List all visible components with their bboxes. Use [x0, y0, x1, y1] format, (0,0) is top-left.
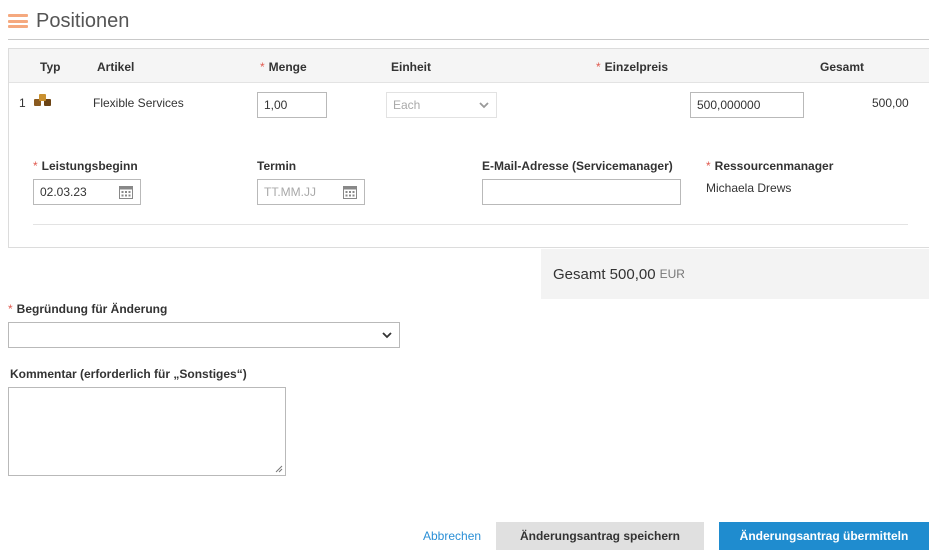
- total-currency: EUR: [659, 267, 685, 281]
- unit-price-input[interactable]: 500,000000: [690, 92, 804, 118]
- label-leistungsbeginn: * Leistungsbeginn: [33, 159, 138, 173]
- column-header-gesamt: Gesamt: [820, 60, 865, 74]
- quantity-input[interactable]: 1,00: [257, 92, 327, 118]
- details-divider: [33, 224, 908, 225]
- column-header-artikel: Artikel: [97, 60, 135, 74]
- chevron-down-icon: [382, 332, 392, 339]
- service-start-date-input[interactable]: 02.03.23: [33, 179, 141, 205]
- section-title: Positionen: [36, 9, 130, 32]
- submit-change-request-button[interactable]: Änderungsantrag übermitteln: [719, 522, 929, 550]
- calendar-icon[interactable]: [118, 184, 134, 200]
- row-number: 1: [19, 96, 26, 110]
- label-ressourcenmanager: * Ressourcenmanager: [706, 159, 834, 173]
- calendar-icon[interactable]: [342, 184, 358, 200]
- section-header: Positionen: [8, 6, 129, 36]
- column-header-einheit: Einheit: [391, 60, 432, 74]
- reason-select[interactable]: [8, 322, 400, 348]
- item-name: Flexible Services: [93, 96, 184, 110]
- label-termin: Termin: [257, 159, 297, 173]
- resize-grip-icon[interactable]: [275, 465, 283, 473]
- label-reason: * Begründung für Änderung: [8, 302, 168, 316]
- save-change-request-button[interactable]: Änderungsantrag speichern: [496, 522, 704, 550]
- table-header-row: [9, 49, 929, 83]
- row-total: 500,00: [872, 96, 909, 110]
- label-comment: Kommentar (erforderlich für „Sonstiges“): [10, 367, 247, 381]
- email-field[interactable]: [482, 179, 681, 205]
- unit-select[interactable]: Each: [386, 92, 497, 118]
- resource-manager-value: Michaela Drews: [706, 181, 792, 195]
- due-date-input[interactable]: TT.MM.JJ: [257, 179, 365, 205]
- services-icon: [34, 94, 51, 106]
- chevron-down-icon: [479, 102, 489, 109]
- list-lines-icon: [8, 14, 28, 28]
- cancel-button[interactable]: Abbrechen: [423, 529, 481, 543]
- column-header-menge: * Menge: [260, 60, 307, 74]
- header-divider: [8, 39, 929, 40]
- total-amount: Gesamt 500,00: [553, 265, 656, 283]
- total-panel: Gesamt 500,00 EUR: [541, 249, 929, 299]
- comment-textarea[interactable]: [8, 387, 286, 476]
- column-header-einzelpreis: * Einzelpreis: [596, 60, 669, 74]
- column-header-typ: Typ: [40, 60, 61, 74]
- label-email-servicemanager: E-Mail-Adresse (Servicemanager): [482, 159, 673, 173]
- required-marker: *: [596, 60, 601, 74]
- required-marker: *: [260, 60, 265, 74]
